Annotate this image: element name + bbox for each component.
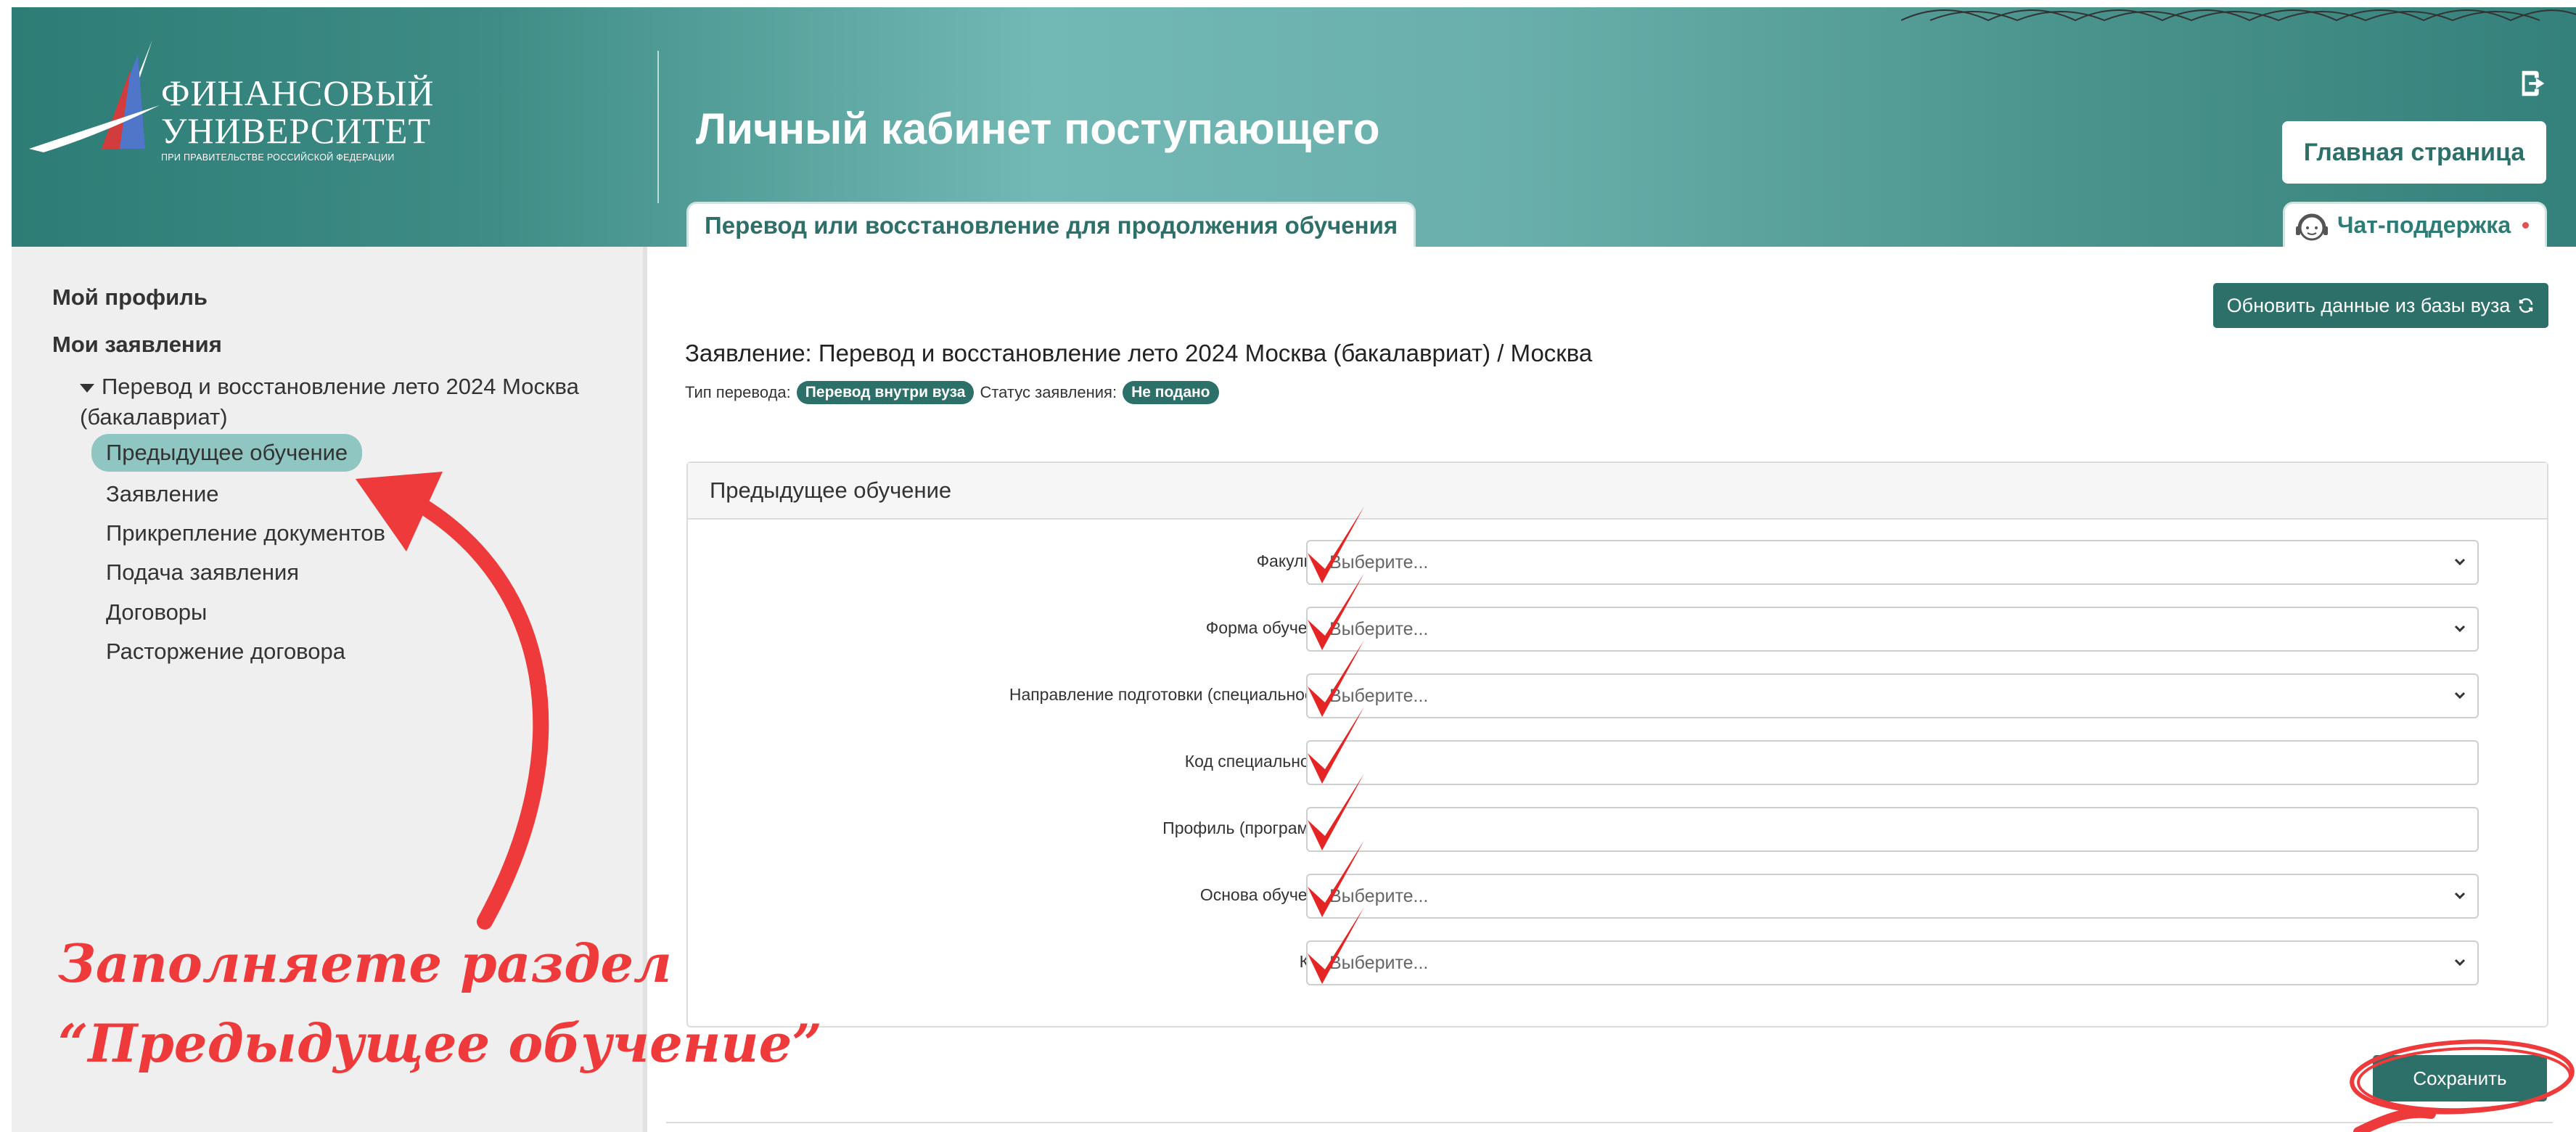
chevron-down-icon: [2454, 692, 2466, 700]
funding-basis-select-value: Выберите...: [1329, 885, 1429, 906]
specialty-code-input[interactable]: [1306, 740, 2479, 785]
logo-title-line2: УНИВЕРСИТЕТ: [161, 110, 432, 151]
chat-support-label: Чат-поддержка: [2337, 212, 2511, 238]
refresh-icon: [2519, 298, 2533, 313]
sidebar-clip: [647, 508, 669, 537]
chevron-down-icon: [2454, 625, 2466, 633]
support-agent-icon: [2296, 213, 2328, 240]
sidebar-item-previous-education[interactable]: Предыдущее обучение: [91, 434, 363, 472]
sidebar-application-label: Перевод и восстановление лето 2024 Москв…: [80, 374, 579, 430]
annotation-line1: Заполняете раздел: [58, 932, 672, 994]
funding-basis-select[interactable]: Выберите...: [1306, 874, 2479, 919]
decorative-ornament: [1901, 9, 2576, 22]
sidebar-item-contract-termination[interactable]: Расторжение договора: [106, 639, 345, 665]
university-logo[interactable]: ФИНАНСОВЫЙ УНИВЕРСИТЕТ ПРИ ПРАВИТЕЛЬСТВЕ…: [29, 40, 435, 167]
online-indicator: [2522, 222, 2530, 229]
specialty-select[interactable]: Выберите...: [1306, 673, 2479, 718]
annotation-line2: “Предыдущее обучение”: [58, 1012, 822, 1074]
chevron-down-icon: [2454, 892, 2466, 900]
course-select[interactable]: Выберите...: [1306, 940, 2479, 985]
sidebar: Мой профиль Мои заявления Перевод и восс…: [12, 247, 647, 1132]
profile-input[interactable]: [1306, 807, 2479, 852]
status-label: Статус заявления:: [980, 383, 1117, 401]
study-form-select[interactable]: Выберите...: [1306, 607, 2479, 652]
tab-transfer-restoration[interactable]: Перевод или восстановление для продолжен…: [686, 202, 1416, 247]
sidebar-item-submission[interactable]: Подача заявления: [106, 559, 299, 586]
sidebar-item-application-form[interactable]: Заявление: [106, 481, 219, 507]
logo-subtitle: ПРИ ПРАВИТЕЛЬСТВЕ РОССИЙСКОЙ ФЕДЕРАЦИИ: [161, 152, 395, 163]
divider: [666, 1122, 2553, 1123]
chevron-down-icon: [2454, 558, 2466, 566]
study-form-select-value: Выберите...: [1329, 618, 1429, 639]
sidebar-item-profile[interactable]: Мой профиль: [52, 284, 208, 311]
application-meta: Тип перевода: Перевод внутри вуза Статус…: [685, 381, 1219, 404]
save-button[interactable]: Сохранить: [2373, 1055, 2547, 1102]
refresh-label: Обновить данные из базы вуза: [2226, 294, 2511, 316]
logo-title-line1: ФИНАНСОВЫЙ: [161, 73, 435, 113]
transfer-type-badge: Перевод внутри вуза: [796, 381, 975, 404]
header: ФИНАНСОВЫЙ УНИВЕРСИТЕТ ПРИ ПРАВИТЕЛЬСТВЕ…: [12, 7, 2576, 247]
status-badge: Не подано: [1123, 381, 1219, 404]
refresh-data-button[interactable]: Обновить данные из базы вуза: [2213, 283, 2548, 328]
sidebar-item-applications[interactable]: Мои заявления: [52, 332, 222, 358]
field-label-specialty: Направление подготовки (специальность):: [1009, 685, 1340, 704]
faculty-select-value: Выберите...: [1329, 551, 1429, 573]
application-title: Заявление: Перевод и восстановление лето…: [685, 340, 1593, 366]
previous-education-panel: Предыдущее обучение Факультет: Выберите.…: [686, 462, 2548, 1028]
page-title: Личный кабинет поступающего: [696, 104, 1380, 153]
sidebar-item-contracts[interactable]: Договоры: [106, 599, 207, 626]
panel-title: Предыдущее обучение: [688, 463, 2547, 520]
chat-support-tab[interactable]: Чат-поддержка: [2283, 202, 2547, 247]
faculty-select[interactable]: Выберите...: [1306, 540, 2479, 585]
sidebar-item-documents[interactable]: Прикрепление документов: [106, 520, 385, 546]
header-divider: [657, 51, 659, 203]
caret-down-icon: [80, 383, 94, 393]
course-select-value: Выберите...: [1329, 952, 1429, 973]
sidebar-item-application[interactable]: Перевод и восстановление лето 2024 Москв…: [80, 372, 602, 432]
logout-icon[interactable]: [2516, 67, 2550, 100]
specialty-select-value: Выберите...: [1329, 685, 1429, 706]
logo-emblem-icon: [29, 40, 160, 152]
home-page-button[interactable]: Главная страница: [2282, 121, 2546, 184]
chevron-down-icon: [2454, 959, 2466, 967]
transfer-type-label: Тип перевода:: [685, 383, 791, 401]
